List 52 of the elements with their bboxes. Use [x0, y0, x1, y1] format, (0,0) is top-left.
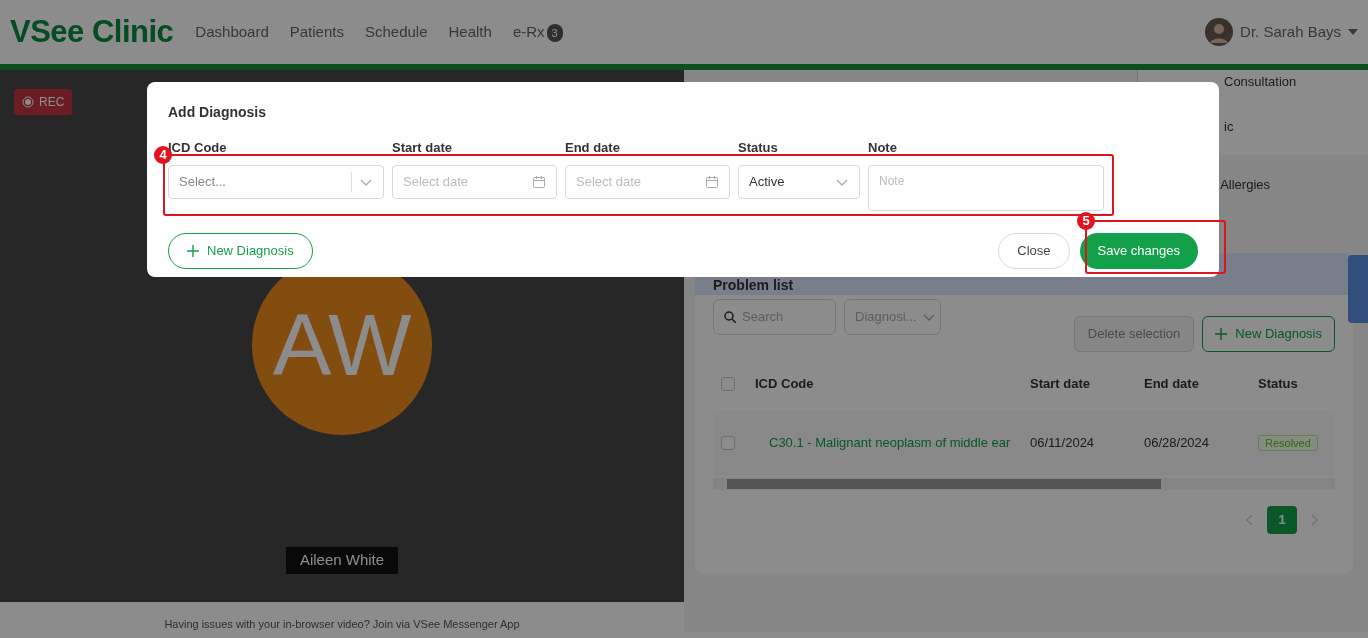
side-item[interactable]: Consultation	[1224, 72, 1368, 117]
column-header: ICD Code	[755, 375, 815, 394]
record-button[interactable]: REC	[14, 89, 73, 115]
column-header: Start date	[1030, 375, 1091, 394]
side-item[interactable]: ic	[1224, 117, 1368, 162]
diagnosis-link[interactable]: C30.1 - Malignant neoplasm of middle ear	[769, 434, 1011, 450]
nav-link[interactable]: Health	[448, 20, 492, 44]
chevron-left-icon	[1245, 514, 1253, 526]
date-field[interactable]: Select date	[565, 165, 730, 199]
table-cell-text: 06/28/2024	[1144, 433, 1211, 452]
plus-icon	[1215, 328, 1228, 340]
calendar-icon	[705, 175, 719, 189]
status-tag: Resolved	[1258, 434, 1318, 451]
nav-link[interactable]: Schedule	[364, 20, 428, 44]
note-field[interactable]: Note	[868, 165, 1104, 211]
annotation-number: 5	[1077, 212, 1095, 230]
brand-logo[interactable]: VSee Clinic	[10, 8, 174, 56]
status-dropdown[interactable]: Active	[738, 165, 860, 199]
search-icon	[724, 311, 736, 323]
tab[interactable]: Allergies	[1220, 175, 1270, 253]
caret-icon	[1348, 28, 1358, 36]
field-label: Status	[738, 143, 779, 153]
nav-link[interactable]: e-Rx 3	[512, 20, 563, 44]
column-header: End date	[1144, 375, 1200, 394]
checkbox[interactable]	[721, 377, 735, 391]
page-button[interactable]: 1	[1267, 506, 1297, 534]
count-badge: 3	[546, 23, 563, 43]
user-menu[interactable]: Dr. Sarah Bays	[1240, 20, 1341, 44]
column-header: Status	[1258, 375, 1299, 394]
close-button[interactable]: Close	[998, 233, 1070, 269]
new-diagnosis-button[interactable]: New Diagnosis	[168, 233, 313, 269]
checkbox[interactable]	[721, 435, 735, 450]
record-icon	[22, 96, 34, 108]
select-field[interactable]: Select...	[168, 165, 384, 199]
save-button[interactable]: Save changes	[1079, 233, 1198, 269]
table-cell-text: 06/11/2024	[1030, 433, 1096, 452]
date-field[interactable]: Select date	[392, 165, 557, 199]
field-label: Note	[868, 143, 898, 153]
field-label: Start date	[392, 143, 453, 153]
plus-icon	[187, 245, 199, 257]
feedback-widget[interactable]	[1348, 255, 1368, 323]
avatar-icon	[1205, 18, 1234, 46]
nav-link[interactable]: Patients	[289, 20, 344, 44]
horizontal-scrollbar[interactable]	[713, 478, 1335, 490]
chevron-right-icon	[1311, 514, 1319, 526]
new-diagnosis-button[interactable]: New Diagnosis	[1202, 316, 1335, 352]
modal-title: Add Diagnosis	[168, 103, 267, 122]
calendar-icon	[532, 175, 546, 189]
participant-name: Aileen White	[285, 547, 399, 574]
field-label: End date	[565, 143, 621, 153]
nav-link[interactable]: Dashboard	[195, 20, 269, 44]
help-text: Having issues with your in-browser video? Join via VSee Messenger App	[163, 616, 521, 632]
